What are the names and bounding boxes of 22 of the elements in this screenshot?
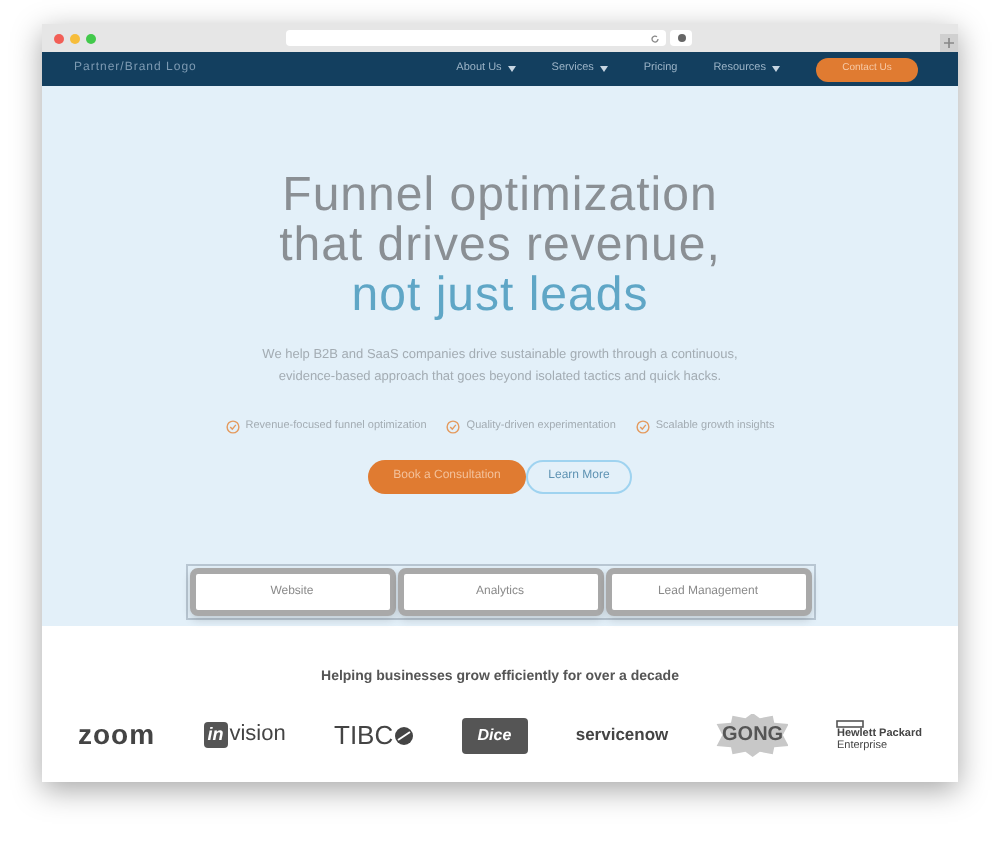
client-logo: zoom xyxy=(78,716,156,754)
hero-accent-line: not just leads xyxy=(351,270,649,320)
client-logo: Dice xyxy=(461,717,528,753)
plus-icon xyxy=(944,38,954,48)
client-logo: servicenow xyxy=(575,722,669,748)
caret-icon xyxy=(599,66,608,72)
client-logo: TIBC xyxy=(334,717,394,754)
new-tab-button[interactable] xyxy=(940,34,958,52)
check-circle-icon xyxy=(635,419,650,434)
caret-icon xyxy=(507,66,516,72)
hero-title-line: Funnel optimization xyxy=(282,170,718,220)
caret-icon xyxy=(772,66,780,72)
check-circle-icon xyxy=(225,419,240,434)
rectangle-icon xyxy=(836,719,865,727)
client-logo: GONG xyxy=(716,713,789,757)
check-circle-icon xyxy=(446,419,461,434)
client-logo: vision xyxy=(229,720,286,751)
ball-icon xyxy=(393,725,414,745)
client-logo-badge: in xyxy=(203,721,228,749)
hero-title-line: that drives revenue, xyxy=(279,220,721,270)
extension-button[interactable] xyxy=(670,30,692,46)
reload-icon[interactable] xyxy=(650,33,660,43)
